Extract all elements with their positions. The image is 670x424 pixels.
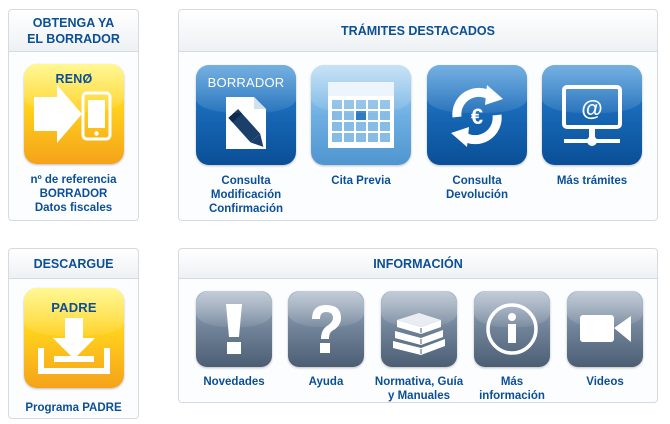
books-icon [393, 313, 445, 355]
video-camera-icon [580, 315, 631, 342]
info-videos-caption[interactable]: Videos [555, 375, 655, 389]
info-novedades-caption[interactable]: Novedades [184, 375, 284, 389]
caption-line: Normativa, Guía [374, 376, 464, 388]
padre-label: PADRE [51, 300, 97, 315]
monitor-at-icon: @ [562, 85, 622, 146]
tramite-cita-previa-tile[interactable] [311, 65, 411, 165]
info-videos-tile[interactable] [567, 291, 643, 367]
tramite-mas-tramites-tile[interactable]: @ [542, 65, 642, 165]
caption-line: nº de referencia [30, 174, 117, 186]
caption-line: Consulta [221, 175, 271, 187]
tramites-panel-header: TRÁMITES DESTACADOS [179, 10, 657, 52]
descargue-panel: DESCARGUE PADRE Programa PADRE [8, 248, 139, 419]
caption-line: Programa PADRE [25, 402, 122, 414]
caption-line: Ayuda [308, 376, 344, 388]
caption-line: Cita Previa [331, 175, 391, 187]
padre-tile[interactable]: PADRE [24, 288, 124, 388]
reno-label: RENØ [55, 72, 93, 86]
caption-line: Devolución [446, 189, 508, 201]
tramites-panel-title: TRÁMITES DESTACADOS [341, 23, 495, 38]
descargue-panel-title: DESCARGUE [33, 256, 114, 271]
caption-line: BORRADOR [39, 188, 108, 200]
borrador-panel-title-line1: OBTENGA YA [32, 15, 115, 30]
caption-line: información [479, 390, 545, 402]
info-mas-informacion-caption[interactable]: Más información [462, 375, 562, 403]
info-normativa-caption[interactable]: Normativa, Guía y Manuales [364, 375, 474, 403]
borrador-panel-header: OBTENGA YA EL BORRADOR [9, 10, 138, 52]
tramite-borrador-caption[interactable]: Consulta Modificación Confirmación [181, 174, 311, 216]
exclamation-icon [226, 304, 242, 354]
info-novedades-tile[interactable] [196, 291, 272, 367]
informacion-panel-title: INFORMACIÓN [373, 256, 463, 271]
informacion-panel: INFORMACIÓN Novedades Ayuda Normativa, G… [178, 248, 658, 403]
question-icon [312, 305, 341, 353]
caption-line: y Manuales [388, 390, 450, 402]
tramite-devolucion-tile[interactable]: € [427, 65, 527, 165]
info-ayuda-tile[interactable] [288, 291, 364, 367]
info-ayuda-caption[interactable]: Ayuda [276, 375, 376, 389]
padre-caption[interactable]: Programa PADRE [9, 401, 138, 415]
borrador-caption[interactable]: nº de referencia BORRADOR Datos fiscales [9, 173, 138, 215]
caption-line: Confirmación [208, 203, 284, 215]
caption-line: Más trámites [556, 175, 628, 187]
caption-line: Datos fiscales [34, 202, 113, 214]
tramite-mas-tramites-caption[interactable]: Más trámites [527, 174, 657, 188]
borrador-panel-title-line2: EL BORRADOR [27, 31, 120, 46]
info-mas-informacion-tile[interactable] [474, 291, 550, 367]
caption-line: Videos [586, 376, 624, 388]
euro-refresh-icon: € [451, 85, 503, 147]
tramites-panel: TRÁMITES DESTACADOS BORRADOR Consulta Mo… [178, 9, 658, 221]
svg-text:€: € [471, 104, 483, 129]
tramite-devolucion-caption[interactable]: Consulta Devolución [412, 174, 542, 202]
reno-tile[interactable]: RENØ [24, 64, 124, 164]
tramite-borrador-tile[interactable]: BORRADOR [196, 65, 296, 165]
svg-text:@: @ [581, 96, 602, 121]
caption-line: Consulta [452, 175, 502, 187]
info-normativa-tile[interactable] [381, 291, 457, 367]
borrador-panel: OBTENGA YA EL BORRADOR RENØ nº de refere… [8, 9, 139, 221]
calendar-icon [328, 82, 394, 148]
tile-borrador-text: BORRADOR [207, 75, 285, 90]
caption-line: Más [500, 376, 524, 388]
descargue-panel-header: DESCARGUE [9, 249, 138, 279]
caption-line: Modificación [210, 189, 282, 201]
info-icon [486, 303, 538, 355]
informacion-panel-header: INFORMACIÓN [179, 249, 657, 279]
caption-line: Novedades [203, 376, 265, 388]
tramite-cita-previa-caption[interactable]: Cita Previa [296, 174, 426, 188]
